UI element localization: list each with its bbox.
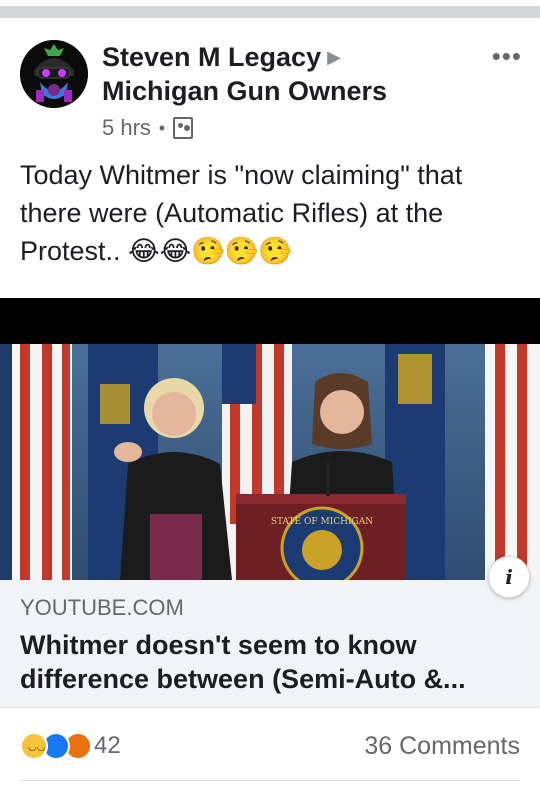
- link-domain: YOUTUBE.COM: [20, 595, 184, 620]
- reaction-icons: ◡◡: [20, 730, 108, 762]
- video-thumbnail[interactable]: STATE OF MICHIGAN: [0, 344, 540, 580]
- feed-separator: [0, 0, 540, 22]
- post-meta: 5 hrs •: [102, 114, 462, 142]
- reactions-bar: ◡◡ 42 36 Comments: [20, 728, 520, 764]
- link-preview-card[interactable]: STATE OF MICHIGAN i YOUTUBE.COM Whitmer …: [0, 298, 540, 708]
- info-icon[interactable]: i: [488, 556, 530, 598]
- feed-post: Steven M Legacy ▶ Michigan Gun Owners 5 h…: [0, 22, 540, 800]
- seal-text: STATE OF MICHIGAN: [271, 517, 373, 527]
- post-timestamp[interactable]: 5 hrs: [102, 114, 151, 142]
- more-horizontal-icon[interactable]: •••: [492, 43, 522, 69]
- action-divider: [20, 780, 520, 781]
- group-icon: [173, 117, 194, 139]
- link-meta[interactable]: YOUTUBE.COM Whitmer doesn't seem to know…: [0, 580, 540, 708]
- shared-to-arrow-icon: ▶: [327, 47, 341, 67]
- reactions-summary[interactable]: ◡◡ 42: [20, 730, 121, 762]
- haha-icon: ◡◡: [20, 732, 48, 760]
- post-header: Steven M Legacy ▶ Michigan Gun Owners 5 h…: [102, 40, 462, 142]
- author-avatar[interactable]: [20, 40, 88, 108]
- group-name[interactable]: Michigan Gun Owners: [102, 74, 462, 108]
- comments-count[interactable]: 36 Comments: [364, 732, 520, 761]
- video-letterbox: [0, 298, 540, 344]
- author-name[interactable]: Steven M Legacy: [102, 42, 321, 72]
- link-title[interactable]: Whitmer doesn't seem to know difference …: [20, 628, 520, 696]
- post-text: Today Whitmer is "now claiming" that the…: [20, 160, 463, 266]
- meta-separator: •: [158, 118, 166, 138]
